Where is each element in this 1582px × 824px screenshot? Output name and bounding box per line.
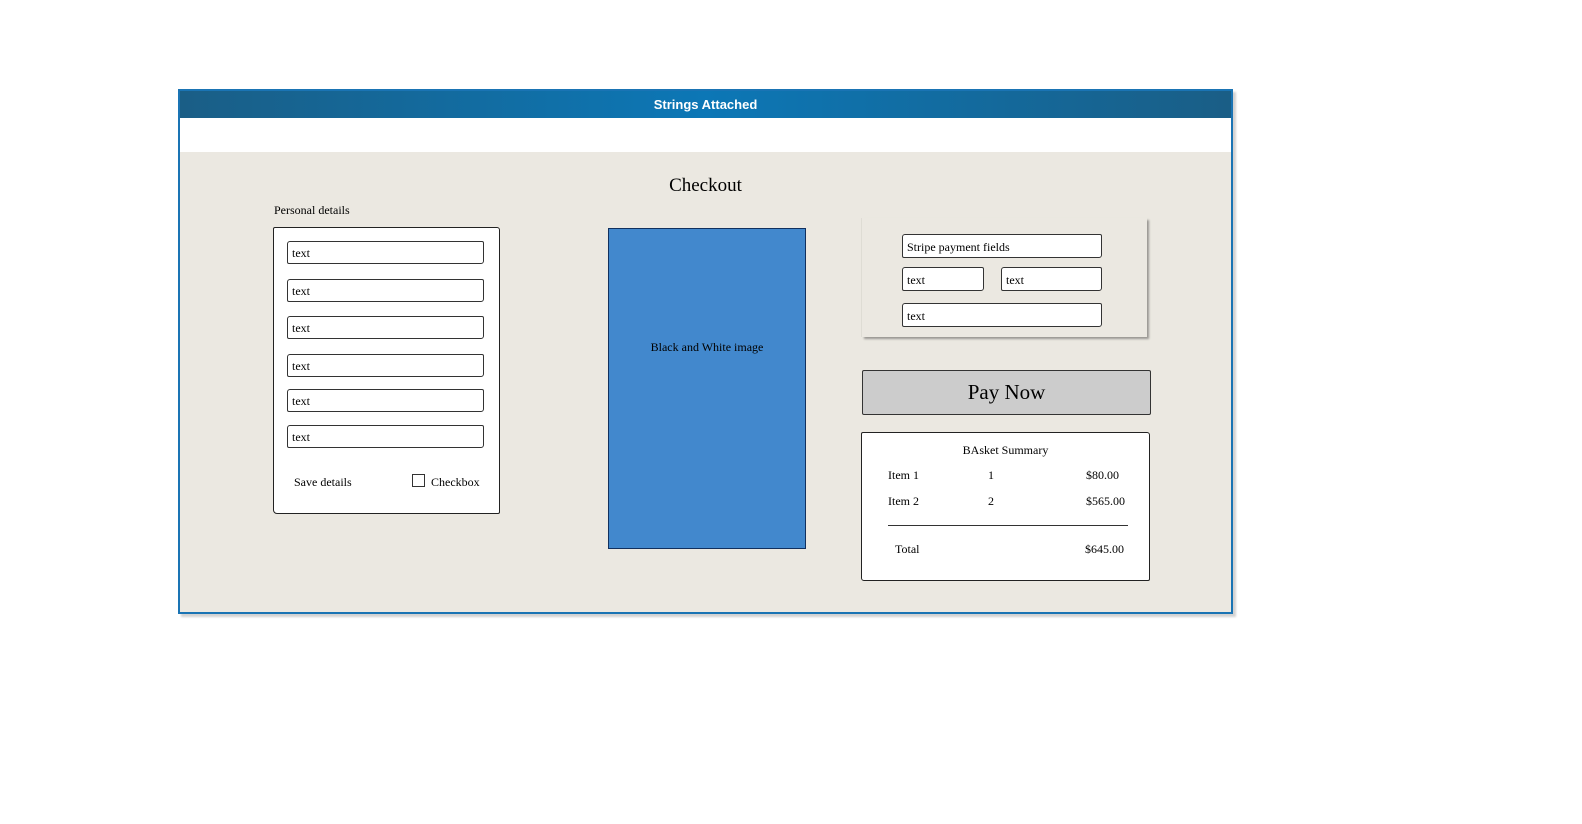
basket-summary-panel: BAsket Summary Item 1 1 $80.00 Item 2 2 … [861, 432, 1150, 581]
checkbox-label: Checkbox [431, 475, 480, 489]
basket-item-qty: 1 [988, 468, 994, 482]
stripe-cvc-field[interactable]: text [1001, 267, 1102, 291]
basket-item-name: Item 1 [888, 468, 919, 482]
stripe-card-field[interactable]: Stripe payment fields [902, 234, 1102, 258]
toolbar-strip [180, 118, 1231, 152]
page-title: Checkout [669, 175, 742, 196]
save-details-label: Save details [294, 475, 352, 489]
stripe-expiry-field[interactable]: text [902, 267, 984, 291]
window-title: Strings Attached [653, 97, 758, 112]
app-window: Strings Attached Checkout Personal detai… [178, 89, 1233, 614]
basket-item-qty: 2 [988, 494, 994, 508]
basket-divider [888, 525, 1128, 526]
basket-total-label: Total [895, 542, 920, 556]
basket-item-name: Item 2 [888, 494, 919, 508]
personal-field-4[interactable]: text [287, 354, 484, 377]
personal-field-5[interactable]: text [287, 389, 484, 412]
personal-field-1[interactable]: text [287, 241, 484, 264]
personal-field-3[interactable]: text [287, 316, 484, 339]
stripe-name-field[interactable]: text [902, 303, 1102, 327]
product-image-placeholder: Black and White image [608, 228, 806, 549]
basket-item-price: $80.00 [1086, 468, 1119, 482]
save-details-checkbox[interactable] [412, 474, 425, 487]
window-titlebar[interactable]: Strings Attached [180, 91, 1231, 118]
pay-now-button[interactable]: Pay Now [862, 370, 1151, 415]
basket-summary-title: BAsket Summary [962, 443, 1049, 457]
personal-field-6[interactable]: text [287, 425, 484, 448]
image-label: Black and White image [650, 340, 764, 354]
personal-field-2[interactable]: text [287, 279, 484, 302]
basket-item-price: $565.00 [1086, 494, 1125, 508]
stripe-payment-panel: Stripe payment fields text text text [862, 218, 1147, 337]
personal-details-label: Personal details [274, 203, 350, 217]
basket-total-value: $645.00 [1085, 542, 1124, 556]
personal-details-panel: text text text text text text Save detai… [273, 227, 500, 514]
